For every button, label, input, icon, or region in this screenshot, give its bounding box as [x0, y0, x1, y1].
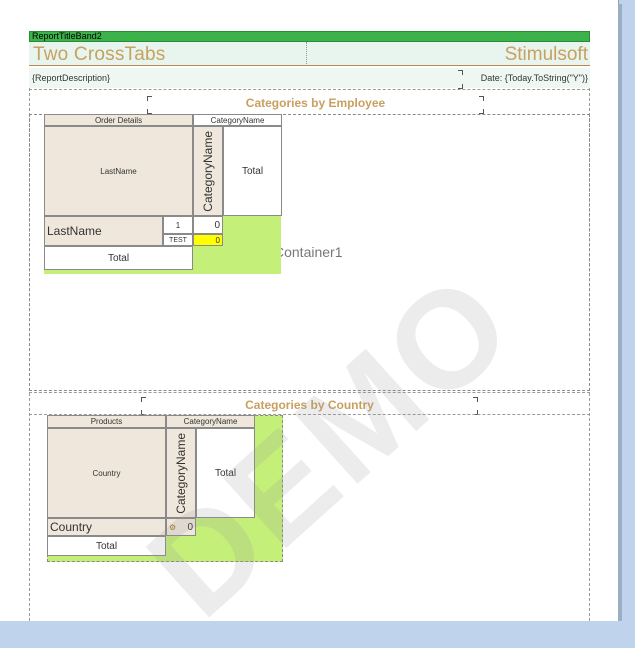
- crosstab2-outline: [47, 415, 283, 562]
- section2-title[interactable]: Categories by Country: [141, 398, 478, 412]
- band-divider-2: [29, 392, 590, 393]
- section1-title[interactable]: Categories by Employee: [147, 96, 484, 110]
- crosstab1-row-total[interactable]: Total: [44, 246, 193, 270]
- report-date[interactable]: Date: {Today.ToString("Y")}: [481, 73, 588, 83]
- band-divider-1: [29, 89, 590, 90]
- date-corner-marker: [458, 70, 463, 75]
- crosstab1-row-label: LastName: [47, 224, 102, 238]
- report-brand[interactable]: Stimulsoft: [505, 44, 588, 66]
- report-description[interactable]: {ReportDescription}: [32, 73, 110, 83]
- crosstab1-corner-header[interactable]: Order Details: [44, 114, 193, 126]
- report-title[interactable]: Two CrossTabs: [33, 44, 165, 66]
- container1-label: Container1: [274, 244, 343, 260]
- page-shadow: [618, 4, 622, 621]
- crosstab1-column-total[interactable]: Total: [223, 126, 282, 216]
- crosstab1-row-field-header[interactable]: LastName: [44, 126, 193, 216]
- crosstab1-cell-2[interactable]: 0: [193, 234, 223, 246]
- crosstab1-cell-1[interactable]: 0: [193, 216, 223, 234]
- crosstab1-row-header[interactable]: LastName: [44, 216, 163, 246]
- crosstab1-column-vertical-label: CategoryName: [201, 130, 215, 212]
- crosstab1-column-header[interactable]: CategoryName: [193, 114, 282, 126]
- title-center-marker: [306, 42, 307, 66]
- crosstab1-column-vertical-header[interactable]: CategoryName: [193, 126, 223, 216]
- crosstab1-row-value-1[interactable]: 1: [163, 216, 193, 234]
- crosstab1-row-value-2[interactable]: TEST: [163, 234, 193, 246]
- band-header-report-title[interactable]: ReportTitleBand2: [29, 31, 590, 42]
